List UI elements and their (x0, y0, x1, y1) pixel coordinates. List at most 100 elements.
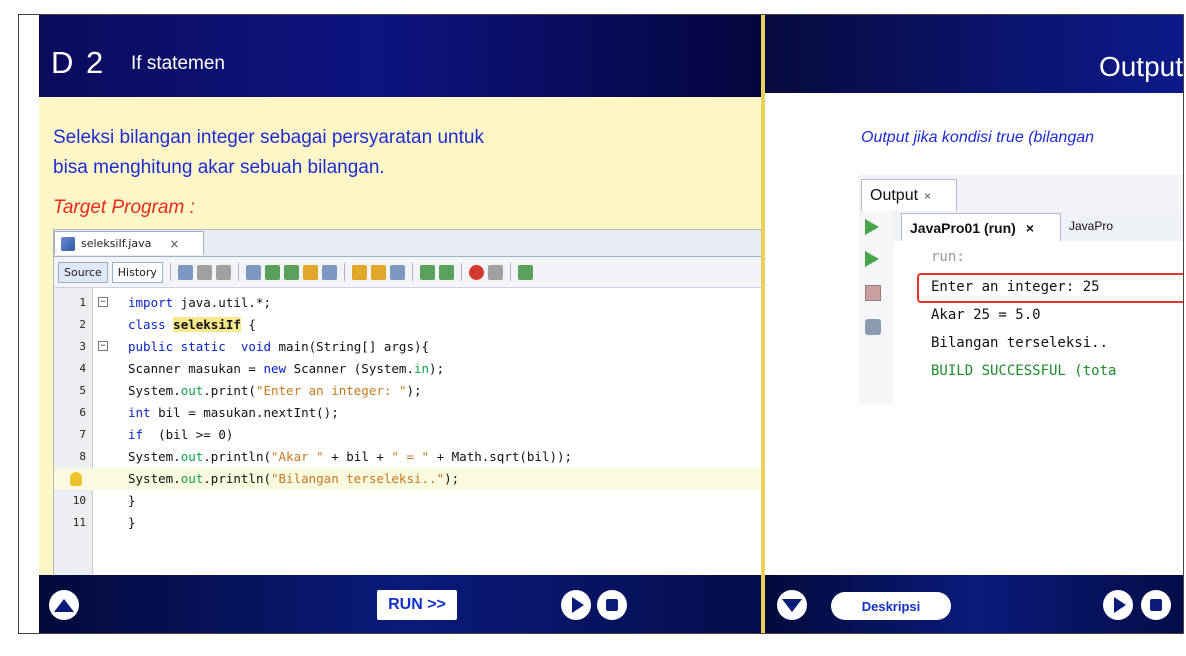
line-number: 11 (72, 516, 86, 529)
forward-icon[interactable] (196, 264, 212, 280)
run-tab-label: JavaPro01 (run) (910, 219, 1016, 236)
code-text: bil = masukan.nextInt(); (150, 405, 339, 420)
stop-macro-icon[interactable] (487, 264, 503, 280)
output-console[interactable]: run: Enter an integer: 25 Akar 25 = 5.0 … (893, 241, 1183, 405)
code-text: System. (128, 383, 181, 398)
code-keyword: new (263, 361, 287, 376)
stop-icon[interactable] (865, 285, 881, 301)
output-caption: Output jika kondisi true (bilangan (861, 129, 1095, 146)
code-string: "Akar " (271, 449, 324, 464)
shift-right-icon[interactable] (438, 264, 454, 280)
console-line: Bilangan terseleksi.. (931, 335, 1109, 351)
code-line: 7 if (bil >= 0) (54, 424, 782, 446)
comment-icon[interactable] (517, 264, 533, 280)
toolbar-separator (237, 263, 239, 281)
code-line-current: System.out.println("Bilangan terseleksi.… (54, 468, 782, 490)
file-tab-label: seleksiIf.java (81, 237, 152, 250)
settings-icon[interactable] (865, 319, 881, 335)
class-name-highlight: seleksiIf (173, 317, 241, 332)
deskripsi-button[interactable]: Deskripsi (831, 592, 951, 620)
output-tab-label: Output (870, 186, 919, 204)
down-arrow-button[interactable] (777, 590, 807, 620)
line-number: 7 (79, 428, 86, 441)
output-slide-header: Output (765, 15, 1183, 93)
java-file-icon (61, 236, 75, 251)
output-tab[interactable]: Output × (861, 179, 957, 211)
hint-bulb-icon[interactable] (70, 472, 82, 486)
code-keyword: if (128, 427, 144, 442)
console-line: Akar 25 = 5.0 (931, 307, 1041, 323)
code-keyword: class (128, 317, 166, 332)
code-text: System. (128, 449, 181, 464)
code-field: in (413, 361, 430, 376)
prev-bookmark-icon[interactable] (351, 264, 367, 280)
output-side-toolbar (859, 211, 893, 405)
console-line: run: (931, 249, 965, 265)
code-string: "Bilangan terseleksi.." (271, 471, 445, 486)
file-tab[interactable]: seleksiIf.java × (54, 231, 204, 255)
code-line: 1 − import java.util.*; (54, 292, 782, 314)
rerun-with-args-icon[interactable] (865, 251, 879, 267)
output-tabstrip: Output × (859, 175, 1183, 212)
slide-title: If statemen (131, 53, 225, 74)
output-slide-body: Output jika kondisi true (bilangan Outpu… (765, 93, 1183, 575)
toolbar-separator (169, 263, 171, 281)
run-tabstrip: JavaPro01 (run) × JavaPro (893, 211, 1183, 242)
run-tab-2-label[interactable]: JavaPro (1069, 219, 1113, 233)
code-line: 11 } (54, 512, 782, 534)
editor-tabstrip: seleksiIf.java × (54, 230, 782, 257)
play-button[interactable] (1103, 590, 1133, 620)
down-arrow-icon (782, 598, 802, 612)
close-icon[interactable]: × (1026, 220, 1034, 236)
rerun-icon[interactable] (865, 219, 879, 235)
back-icon[interactable] (177, 264, 193, 280)
play-button[interactable] (561, 590, 591, 620)
history-nav-icon[interactable] (215, 264, 231, 280)
find-previous-icon[interactable] (264, 264, 280, 280)
up-arrow-button[interactable] (49, 590, 79, 620)
code-line: 5 System.out.print("Enter an integer: ")… (54, 380, 782, 402)
code-keyword: import (128, 295, 174, 310)
search-icon[interactable] (245, 264, 261, 280)
code-field: out (180, 383, 204, 398)
slide-output: Output Output jika kondisi true (bilanga… (765, 15, 1183, 633)
stop-button[interactable] (1141, 590, 1171, 620)
toggle-rect-icon[interactable] (321, 264, 337, 280)
console-line: BUILD SUCCESSFUL (tota (931, 363, 1117, 379)
close-icon[interactable]: × (169, 237, 179, 251)
code-line: 6 int bil = masukan.nextInt(); (54, 402, 782, 424)
target-program-label: Target Program : (53, 197, 195, 218)
console-line: Enter an integer: 25 (931, 279, 1100, 295)
close-icon[interactable]: × (924, 189, 931, 203)
fold-toggle-icon[interactable]: − (98, 297, 108, 307)
toggle-bookmark-icon[interactable] (389, 264, 405, 280)
output-slide-footer: Deskripsi (765, 575, 1183, 633)
stop-icon (606, 599, 618, 611)
play-icon (572, 597, 584, 613)
shift-left-icon[interactable] (419, 264, 435, 280)
next-bookmark-icon[interactable] (370, 264, 386, 280)
fold-toggle-icon[interactable]: − (98, 341, 108, 351)
ide-editor: seleksiIf.java × Source History 1 − impo… (53, 229, 782, 576)
code-string: "Enter an integer: " (255, 383, 407, 398)
slide-footer: RUN >> (39, 575, 781, 633)
stop-button[interactable] (597, 590, 627, 620)
slide-number: D 2 (51, 45, 106, 80)
line-number: 8 (79, 450, 86, 463)
play-icon (1114, 597, 1126, 613)
code-keyword: public static void (128, 339, 271, 354)
code-area[interactable]: 1 − import java.util.*; 2 class seleksiI… (54, 288, 782, 576)
run-tab[interactable]: JavaPro01 (run) × (901, 213, 1061, 241)
run-button[interactable]: RUN >> (377, 590, 457, 620)
code-text: } (128, 515, 136, 530)
toggle-highlight-icon[interactable] (302, 264, 318, 280)
find-next-icon[interactable] (283, 264, 299, 280)
slide-body: Seleksi bilangan integer sebagai persyar… (39, 97, 782, 576)
line-number: 2 (79, 318, 86, 331)
intro-line-2: bisa menghitung akar sebuah bilangan. (53, 157, 385, 178)
source-button[interactable]: Source (58, 261, 108, 283)
record-macro-icon[interactable] (468, 264, 484, 280)
line-number: 3 (79, 340, 86, 353)
history-button[interactable]: History (111, 261, 163, 283)
code-text: System. (128, 471, 181, 486)
